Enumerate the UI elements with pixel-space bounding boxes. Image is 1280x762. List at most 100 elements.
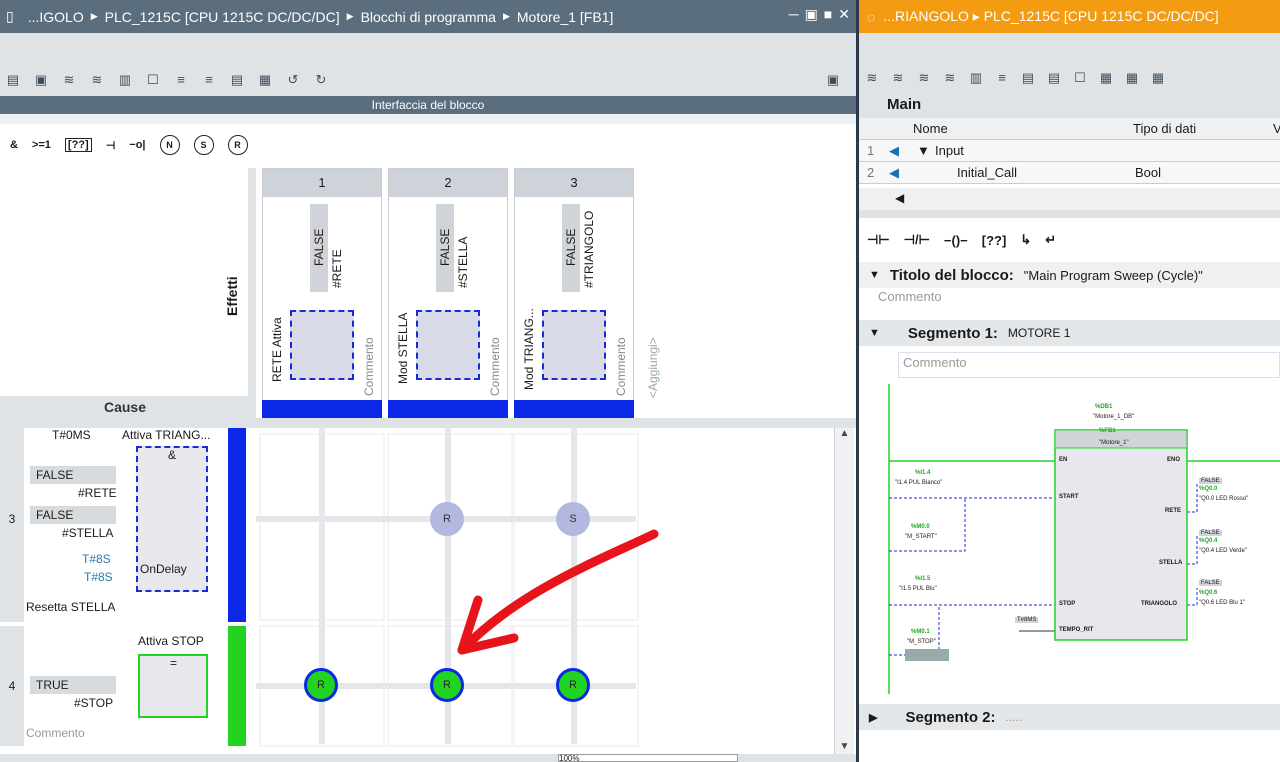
expand-icon[interactable]: ≡ [200, 71, 218, 89]
block-comment[interactable]: Commento [878, 289, 942, 304]
stella-pin[interactable]: STELLA [1159, 560, 1182, 566]
triangolo-pin[interactable]: TRIANGOLO [1141, 601, 1177, 607]
start-pin[interactable]: START [1059, 494, 1079, 500]
close-icon[interactable]: ✕ [838, 6, 850, 23]
scroll-down-icon[interactable]: ▼ [835, 741, 854, 752]
box-icon[interactable]: [??] [982, 233, 1007, 248]
en-pin[interactable]: EN [1059, 457, 1067, 463]
layout-icon[interactable]: ▤ [4, 71, 22, 89]
effect-box[interactable] [290, 310, 354, 380]
and-button[interactable]: & [10, 139, 18, 151]
block-title[interactable]: "Main Program Sweep (Cycle)" [1024, 268, 1203, 283]
zoom-field[interactable]: 100% [558, 754, 738, 762]
contact-nc-icon[interactable]: ⊣/⊢ [904, 232, 930, 248]
col-name[interactable]: Nome [913, 121, 948, 136]
network-edit-icon[interactable]: ≋ [941, 69, 959, 87]
vertical-scrollbar[interactable]: ▲ ▼ [834, 428, 854, 754]
assign-button[interactable]: ⊣ [106, 139, 116, 152]
set-button[interactable]: S [193, 135, 214, 155]
row-number[interactable]: 4 [0, 626, 24, 746]
scroll-left-icon[interactable]: ◀ [895, 191, 904, 205]
branch-close-icon[interactable]: ↵ [1045, 232, 1056, 248]
reset-node[interactable]: R [304, 668, 338, 702]
splitter[interactable] [0, 114, 856, 124]
col-type[interactable]: Tipo di dati [1133, 121, 1196, 136]
window-icon[interactable]: ▣ [824, 71, 842, 89]
network-remove-icon[interactable]: ≋ [88, 71, 106, 89]
network-icon[interactable]: ≋ [60, 71, 78, 89]
breadcrumb-block[interactable]: Motore_1 [FB1] [517, 9, 614, 25]
reset-button[interactable]: R [227, 135, 248, 155]
effect-box[interactable] [542, 310, 606, 380]
add-effect[interactable]: <Aggiungi> [646, 337, 660, 398]
minimize-icon[interactable]: ─ [789, 6, 799, 23]
signal-value[interactable]: TRUE [30, 676, 116, 694]
tempo-value[interactable]: T#8MS [1015, 617, 1039, 623]
segment-2-header[interactable]: ▶ Segmento 2: ..... [859, 704, 1280, 730]
interface-row[interactable]: 2 ◀ Initial_Call Bool [859, 162, 1280, 184]
segment-1-header[interactable]: ▼ Segmento 1: MOTORE 1 [859, 320, 1280, 346]
branch-open-icon[interactable]: ↳ [1020, 232, 1031, 248]
network-icon[interactable]: ≋ [863, 69, 881, 87]
insert-icon[interactable]: ▦ [1097, 69, 1115, 87]
collapse-icon[interactable]: ▼ [869, 269, 880, 281]
tempo-pin[interactable]: TEMPO_RIT [1059, 627, 1093, 633]
properties-icon[interactable]: ▦ [256, 71, 274, 89]
box-button[interactable]: [??] [64, 138, 92, 152]
signal-value[interactable]: FALSE [30, 466, 116, 484]
row-comment[interactable]: Resetta STELLA [26, 600, 115, 614]
maximize-icon[interactable]: ■ [824, 6, 832, 23]
monitor-on-icon[interactable]: ↺ [284, 71, 302, 89]
signal-var[interactable]: #RETE [78, 486, 117, 500]
comment-icon[interactable]: ☐ [1071, 69, 1089, 87]
signal-var[interactable]: #STELLA [62, 526, 113, 540]
negate-button[interactable]: −o| [129, 139, 145, 151]
breadcrumb-project[interactable]: ...IGOLO [28, 9, 84, 25]
collapse-icon[interactable]: ▼ [917, 143, 930, 158]
eno-pin[interactable]: ENO [1167, 457, 1180, 463]
stop-pin[interactable]: STOP [1059, 601, 1075, 607]
effect-box[interactable] [416, 310, 480, 380]
h-scrollbar[interactable]: ◀ [859, 188, 1280, 210]
rete-pin[interactable]: RETE [1165, 508, 1181, 514]
monitor-icon[interactable]: ▥ [967, 69, 985, 87]
effect-comment[interactable]: Commento [362, 337, 376, 396]
insert3-icon[interactable]: ▦ [1149, 69, 1167, 87]
row-comment[interactable]: Commento [26, 726, 85, 740]
contact-no-icon[interactable]: ⊣⊢ [867, 232, 890, 248]
network-remove-icon[interactable]: ≋ [889, 69, 907, 87]
signal-value[interactable]: FALSE [30, 506, 116, 524]
segment-1-name[interactable]: MOTORE 1 [1008, 326, 1070, 340]
list-blue-icon[interactable]: ▤ [1045, 69, 1063, 87]
expand-icon[interactable]: ▶ [869, 711, 877, 724]
comment-icon[interactable]: ☐ [144, 71, 162, 89]
restore-icon[interactable]: ▣ [805, 6, 818, 23]
signal-var[interactable]: #STOP [74, 696, 113, 710]
effect-comment[interactable]: Commento [614, 337, 628, 396]
segment-1-network[interactable]: %DB1 "Motore_1_DB" %FB1 "Motore_1" EN EN… [859, 384, 1280, 700]
segment-2-name[interactable]: ..... [1005, 710, 1022, 724]
segment-1-comment[interactable]: Commento [898, 352, 1280, 378]
time-value[interactable]: T#8S [82, 552, 111, 566]
list-icon[interactable]: ▤ [1019, 69, 1037, 87]
col-v[interactable]: V [1273, 121, 1280, 136]
effect-comment[interactable]: Commento [488, 337, 502, 396]
monitor-icon[interactable]: ▥ [116, 71, 134, 89]
save-icon[interactable]: ▣ [32, 71, 50, 89]
pin-icon[interactable]: ▯ [6, 8, 14, 25]
reset-node[interactable]: R [430, 668, 464, 702]
breadcrumb-plc[interactable]: PLC_1215C [CPU 1215C DC/DC/DC] [105, 9, 340, 25]
matrix-splitter[interactable] [248, 168, 256, 418]
edge-n-button[interactable]: N [159, 135, 180, 155]
collapse-icon[interactable]: ▼ [869, 327, 880, 339]
right-splitter[interactable] [859, 210, 1280, 218]
time-value[interactable]: T#8S [84, 570, 113, 584]
interface-row[interactable]: 1 ◀ ▼ Input [859, 140, 1280, 162]
or-button[interactable]: >=1 [32, 139, 51, 151]
interface-bar[interactable]: Interfaccia del blocco [0, 96, 856, 114]
block-title-header[interactable]: ▼ Titolo del blocco: "Main Program Sweep… [859, 262, 1280, 288]
network-add-icon[interactable]: ≋ [915, 69, 933, 87]
scroll-up-icon[interactable]: ▲ [835, 428, 854, 439]
list-icon[interactable]: ▤ [228, 71, 246, 89]
reset-node[interactable]: R [556, 668, 590, 702]
